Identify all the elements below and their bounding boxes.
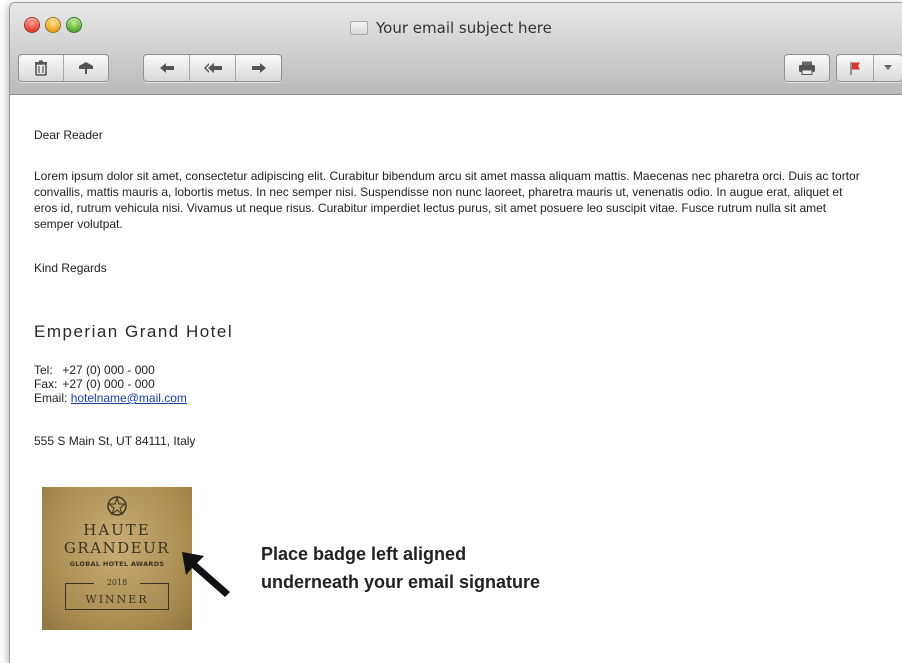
badge-line-haute: HAUTE (83, 521, 151, 539)
mail-window: Your email subject here Dear Reader Lore… (9, 2, 902, 663)
email-closing: Kind Regards (34, 261, 107, 275)
signature-address: 555 S Main St, UT 84111, Italy (34, 434, 196, 448)
delete-button[interactable] (19, 55, 64, 81)
badge-line-grandeur: GRANDEUR (63, 539, 171, 557)
email-greeting: Dear Reader (34, 128, 103, 142)
reply-icon (159, 63, 174, 73)
envelope-icon (350, 21, 368, 35)
reply-all-icon (203, 63, 222, 73)
zoom-window-button[interactable] (66, 17, 82, 33)
pointer-arrow-icon (182, 552, 230, 597)
email-link[interactable]: hotelname@mail.com (71, 391, 187, 405)
fax-label: Fax: (34, 377, 58, 391)
badge-year: 2018 (106, 578, 128, 587)
signature-tel-row: Tel: +27 (0) 000 - 000 (34, 363, 187, 377)
flag-button[interactable] (837, 55, 874, 81)
signature-contacts: Tel: +27 (0) 000 - 000 Fax: +27 (0) 000 … (34, 363, 187, 405)
flag-icon (850, 61, 860, 75)
badge-line-awards: GLOBAL HOTEL AWARDS (69, 560, 165, 568)
email-label: Email: (34, 391, 68, 405)
fax-value: +27 (0) 000 - 000 (62, 377, 155, 391)
instruction-line-2: underneath your email signature (261, 572, 541, 592)
tel-label: Tel: (34, 363, 53, 377)
minimize-window-button[interactable] (45, 17, 61, 33)
message-body: Dear Reader Lorem ipsum dolor sit amet, … (34, 94, 902, 663)
instruction-line-1: Place badge left aligned (261, 544, 467, 564)
flag-menu-button[interactable] (874, 55, 902, 81)
placement-instruction: Place badge left aligned underneath your… (261, 540, 540, 596)
close-window-button[interactable] (24, 17, 40, 33)
forward-icon (251, 63, 266, 73)
chevron-down-icon (884, 65, 892, 70)
forward-button[interactable] (236, 55, 281, 81)
signature-fax-row: Fax: +27 (0) 000 - 000 (34, 377, 187, 391)
print-group (784, 54, 830, 82)
window-title: Your email subject here (376, 19, 552, 37)
tel-value: +27 (0) 000 - 000 (62, 363, 155, 377)
window-title-bar: Your email subject here (350, 19, 552, 37)
reply-group (143, 54, 282, 82)
flag-group (836, 54, 902, 82)
reply-all-button[interactable] (190, 55, 236, 81)
award-badge: HAUTE GRANDEUR GLOBAL HOTEL AWARDS 2018 … (42, 487, 192, 630)
email-body-text: Lorem ipsum dolor sit amet, consectetur … (34, 169, 860, 231)
signature-hotel-name: Emperian Grand Hotel (34, 322, 234, 341)
junk-button[interactable] (64, 55, 108, 81)
print-icon (799, 61, 815, 75)
badge-winner: WINNER (85, 593, 149, 606)
window-chrome: Your email subject here (10, 3, 902, 95)
print-button[interactable] (785, 55, 829, 81)
junk-icon (79, 62, 93, 74)
delete-junk-group (18, 54, 109, 82)
signature-email-row: Email: hotelname@mail.com (34, 391, 187, 405)
delete-icon (35, 60, 47, 76)
badge-emblem-icon (107, 496, 127, 516)
reply-button[interactable] (144, 55, 190, 81)
